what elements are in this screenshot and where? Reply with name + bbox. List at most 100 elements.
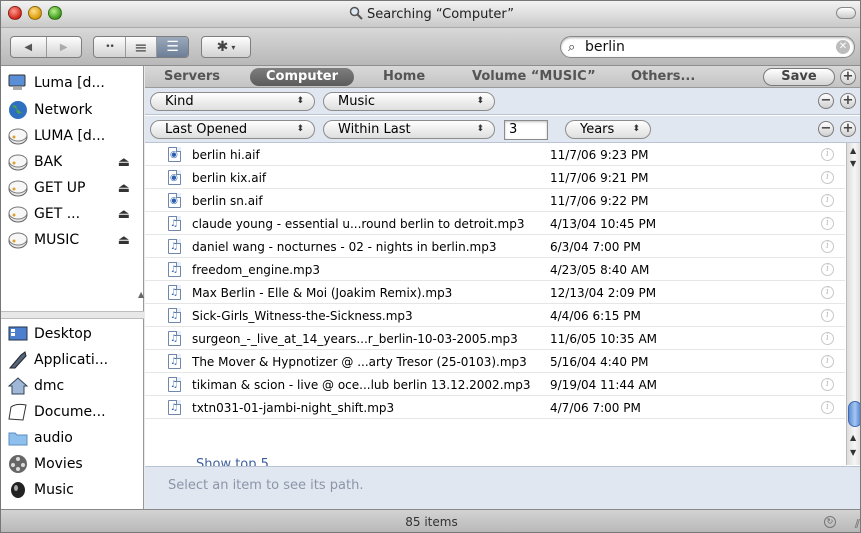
scope-home[interactable]: Home (383, 69, 425, 84)
music-file-icon: ♫ (168, 239, 181, 254)
sidebar-item[interactable]: Desktop (1, 321, 144, 347)
scroll-down-icon[interactable]: ▼ (850, 448, 856, 457)
criteria-operator-label: Within Last (338, 122, 411, 137)
sidebar-item-label: Docume... (34, 404, 106, 420)
scroll-thumb[interactable] (848, 401, 860, 427)
eject-icon[interactable]: ⏏ (118, 207, 130, 222)
scroll-up-top-icon[interactable]: ▲ (850, 146, 856, 155)
file-name: berlin hi.aif (192, 148, 260, 162)
info-icon[interactable]: i (821, 148, 834, 161)
back-button[interactable]: ◀ (11, 37, 47, 57)
table-row[interactable]: ♫ Max Berlin - Elle & Moi (Joakim Remix).… (145, 282, 845, 304)
info-icon[interactable]: i (821, 194, 834, 207)
sidebar-item[interactable]: Music (1, 477, 144, 503)
info-icon[interactable]: i (821, 263, 834, 276)
criteria-attribute-popup[interactable]: Last Opened ⬍ (150, 120, 315, 139)
save-button[interactable]: Save (763, 68, 835, 86)
eject-icon[interactable]: ⏏ (118, 155, 130, 170)
sidebar-item-label: BAK (34, 154, 63, 170)
view-mode-control: •• ≡ ☰ (93, 36, 189, 58)
table-row[interactable]: ♫ tikiman & scion - live @ oce...lub berl… (145, 374, 845, 396)
scope-volume-music[interactable]: Volume “MUSIC” (472, 69, 596, 84)
remove-criteria-button[interactable]: − (818, 121, 834, 137)
criteria-operator-popup[interactable]: Within Last ⬍ (323, 120, 495, 139)
file-date: 4/4/06 6:15 PM (550, 309, 641, 323)
search-field[interactable]: ⌕ berlin ✕ (560, 36, 855, 58)
icon-view-button[interactable]: •• (94, 37, 126, 57)
info-icon[interactable]: i (821, 240, 834, 253)
sidebar-item[interactable]: Luma [d... (1, 70, 144, 96)
info-icon[interactable]: i (821, 378, 834, 391)
sidebar-item[interactable]: GET UP ⏏ (1, 175, 144, 201)
sidebar-resize-handle[interactable]: ▲ (138, 290, 144, 299)
action-menu-button[interactable]: ✱ ▾ (201, 36, 251, 58)
list-view-button[interactable]: ≡ (126, 37, 157, 57)
table-row[interactable]: ♫ txtn031-01-jambi-night_shift.mp3 4/7/06 … (145, 397, 845, 419)
sidebar-item[interactable]: MUSIC ⏏ (1, 227, 144, 253)
clear-search-icon[interactable]: ✕ (836, 40, 850, 54)
table-row[interactable]: ◉ berlin sn.aif 11/7/06 9:22 PM i (145, 190, 845, 212)
table-row[interactable]: ♫ freedom_engine.mp3 4/23/05 8:40 AM i (145, 259, 845, 281)
scope-servers[interactable]: Servers (164, 69, 220, 84)
scroll-up-icon[interactable]: ▲ (850, 433, 856, 442)
criteria-value-popup[interactable]: Music ⬍ (323, 92, 495, 111)
info-icon[interactable]: i (821, 171, 834, 184)
criteria-unit-popup[interactable]: Years ⬍ (565, 120, 651, 139)
table-row[interactable]: ♫ daniel wang - nocturnes - 02 - nights i… (145, 236, 845, 258)
search-results-pane: Servers Computer Home Volume “MUSIC” Oth… (145, 66, 860, 509)
sidebar-item-label: Music (34, 482, 74, 498)
criteria-attribute-popup[interactable]: Kind ⬍ (150, 92, 315, 111)
sidebar-item[interactable]: LUMA [d... (1, 123, 144, 149)
path-hint-text: Select an item to see its path. (168, 478, 364, 493)
sidebar-item[interactable]: Applicati... (1, 347, 144, 373)
table-row[interactable]: ♫ surgeon_-_live_at_14_years...r_berlin-1… (145, 328, 845, 350)
file-date: 4/23/05 8:40 AM (550, 263, 650, 277)
remove-criteria-button[interactable]: − (818, 93, 834, 109)
file-name: tikiman & scion - live @ oce...lub berli… (192, 378, 531, 392)
sidebar-item[interactable]: BAK ⏏ (1, 149, 144, 175)
title-bar: Searching “Computer” (1, 1, 860, 28)
column-view-button[interactable]: ☰ (157, 37, 188, 57)
disk-icon (7, 203, 29, 225)
sidebar-item[interactable]: Network (1, 97, 144, 123)
info-icon[interactable]: i (821, 332, 834, 345)
status-bar: 85 items ↻ ∕∕ (1, 509, 860, 532)
add-scope-button[interactable]: + (840, 69, 856, 85)
scope-computer[interactable]: Computer (250, 68, 355, 86)
eject-icon[interactable]: ⏏ (118, 233, 130, 248)
sidebar-item[interactable]: GET ... ⏏ (1, 201, 144, 227)
toolbar-toggle-button[interactable] (836, 7, 856, 19)
table-row[interactable]: ♫ The Mover & Hypnotizer @ ...arty Tresor… (145, 351, 845, 373)
file-date: 12/13/04 2:09 PM (550, 286, 657, 300)
resize-grip-icon[interactable]: ∕∕ (855, 517, 860, 530)
disk-icon (7, 229, 29, 251)
criteria-row-last-opened: Last Opened ⬍ Within Last ⬍ 3 Years ⬍ − … (145, 116, 860, 143)
sidebar-item[interactable]: Docume... (1, 399, 144, 425)
table-row[interactable]: ♫ Sick-Girls_Witness-the-Sickness.mp3 4/4/… (145, 305, 845, 327)
sidebar-item[interactable]: Movies (1, 451, 144, 477)
table-row[interactable]: ♫ claude young - essential u...round berl… (145, 213, 845, 235)
info-icon[interactable]: i (821, 286, 834, 299)
home-icon (7, 375, 29, 397)
info-icon[interactable]: i (821, 309, 834, 322)
info-icon[interactable]: i (821, 401, 834, 414)
sidebar-item[interactable]: dmc (1, 373, 144, 399)
music-file-icon: ♫ (168, 216, 181, 231)
file-date: 11/7/06 9:22 PM (550, 194, 649, 208)
audio-file-icon: ◉ (168, 147, 181, 162)
eject-icon[interactable]: ⏏ (118, 181, 130, 196)
audio-file-icon: ◉ (168, 170, 181, 185)
info-icon[interactable]: i (821, 217, 834, 230)
table-row[interactable]: ◉ berlin hi.aif 11/7/06 9:23 PM i (145, 144, 845, 166)
forward-button[interactable]: ▶ (47, 37, 82, 57)
info-icon[interactable]: i (821, 355, 834, 368)
scroll-down-top-icon[interactable]: ▼ (850, 159, 856, 168)
sidebar-item[interactable]: audio (1, 425, 144, 451)
scope-others[interactable]: Others... (631, 69, 695, 84)
add-criteria-button[interactable]: + (840, 93, 856, 109)
criteria-value-label: Music (338, 94, 375, 109)
add-criteria-button[interactable]: + (840, 121, 856, 137)
table-row[interactable]: ◉ berlin kix.aif 11/7/06 9:21 PM i (145, 167, 845, 189)
vertical-scrollbar[interactable]: ▲ ▼ ▲ ▼ (846, 143, 860, 465)
criteria-number-field[interactable]: 3 (504, 120, 548, 140)
